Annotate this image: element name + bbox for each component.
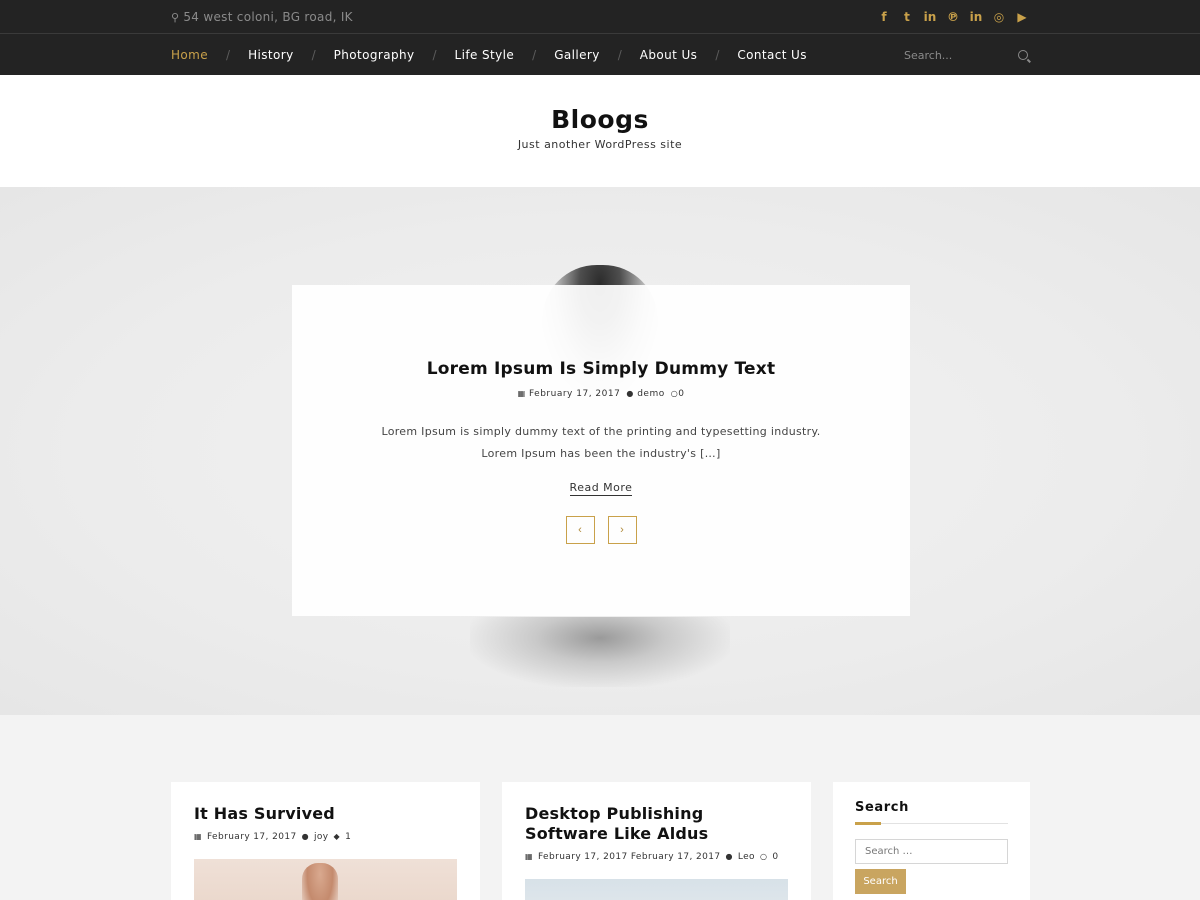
linkedin-icon-2[interactable]: in [969,9,983,25]
nav-separator: / [532,47,537,62]
post-thumbnail[interactable] [525,879,788,900]
slide-card: Lorem Ipsum Is Simply Dummy Text ▦ Febru… [292,285,910,616]
site-header: Bloogs Just another WordPress site [0,75,1200,187]
slider-prev-button[interactable]: ‹ [565,516,595,544]
slide-title[interactable]: Lorem Ipsum Is Simply Dummy Text [292,359,910,379]
post-thumbnail[interactable] [194,859,457,900]
address-text: 54 west coloni, BG road, IK [183,10,353,24]
main-navigation: Home / History / Photography / Life Styl… [0,34,1200,75]
post-title[interactable]: Desktop Publishing Software Like Aldus [502,782,811,844]
header-search-input[interactable] [904,48,1004,62]
nav-item-life-style[interactable]: Life Style [455,48,515,62]
nav-item-photography[interactable]: Photography [334,48,415,62]
search-icon[interactable] [1018,50,1028,60]
calendar-icon: ▦ [194,832,202,841]
post-comments[interactable]: 1 [345,832,351,842]
read-more-link[interactable]: Read More [569,481,633,496]
sidebar-search-widget: Search Search [833,782,1030,900]
slide-excerpt: Lorem Ipsum is simply dummy text of the … [381,425,821,460]
slider-background-image-lower [470,617,730,687]
comment-icon: ◆ [333,832,341,841]
linkedin-icon[interactable]: in [923,9,937,25]
post-author[interactable]: Leo [738,852,755,862]
facebook-icon[interactable]: f [877,9,891,25]
youtube-icon[interactable]: ▶ [1015,9,1029,25]
post-title[interactable]: It Has Survived [171,782,480,824]
nav-item-home[interactable]: Home [171,48,208,62]
twitter-icon[interactable]: t [900,9,914,25]
site-title[interactable]: Bloogs [0,105,1200,134]
post-meta: ▦ February 17, 2017 ● joy ◆ 1 [171,824,480,842]
nav-item-contact-us[interactable]: Contact Us [737,48,807,62]
site-tagline: Just another WordPress site [517,138,683,151]
sidebar-search-button[interactable]: Search [855,869,906,894]
top-bar: ⚲ 54 west coloni, BG road, IK f t in ℗ in… [0,0,1200,34]
user-icon: ● [725,852,733,861]
pinterest-icon[interactable]: ℗ [946,9,960,25]
thumbnail-figure [302,863,338,900]
nav-item-about-us[interactable]: About Us [640,48,698,62]
dribbble-icon[interactable]: ◎ [992,9,1006,25]
post-author[interactable]: joy [314,832,329,842]
nav-separator: / [617,47,622,62]
slide-date[interactable]: February 17, 2017 [529,389,620,399]
calendar-icon: ▦ [525,852,533,861]
content-area: It Has Survived ▦ February 17, 2017 ● joy … [0,715,1200,900]
slider-next-button[interactable]: › [607,516,637,544]
calendar-icon: ▦ [517,389,526,398]
address: ⚲ 54 west coloni, BG road, IK [171,10,353,24]
social-links: f t in ℗ in ◎ ▶ [877,9,1029,25]
nav-item-gallery[interactable]: Gallery [554,48,600,62]
comment-icon: ○ [759,852,768,861]
user-icon: ● [301,832,309,841]
sidebar-search-input[interactable] [855,839,1008,864]
user-icon: ● [626,389,634,398]
widget-divider [855,822,1008,825]
post-comments[interactable]: 0 [772,852,778,862]
post-card: It Has Survived ▦ February 17, 2017 ● joy … [171,782,480,900]
nav-separator: / [715,47,720,62]
post-meta: ▦ February 17, 2017 February 17, 2017 ● Le… [502,844,811,862]
map-marker-icon: ⚲ [171,11,180,24]
post-date[interactable]: February 17, 2017 [207,832,297,842]
post-date[interactable]: February 17, 2017 February 17, 2017 [538,852,721,862]
widget-title: Search [855,800,909,815]
nav-separator: / [311,47,316,62]
slider-controls: ‹ › [292,516,910,544]
nav-separator: / [226,47,231,62]
slide-comments[interactable]: 0 [678,389,684,399]
hero-slider: Lorem Ipsum Is Simply Dummy Text ▦ Febru… [0,187,1200,715]
slide-author[interactable]: demo [637,389,665,399]
header-search [904,46,1028,64]
nav-item-history[interactable]: History [248,48,294,62]
nav-separator: / [432,47,437,62]
slide-meta: ▦ February 17, 2017 ● demo ○0 [292,389,910,399]
post-card: Desktop Publishing Software Like Aldus ▦… [502,782,811,900]
